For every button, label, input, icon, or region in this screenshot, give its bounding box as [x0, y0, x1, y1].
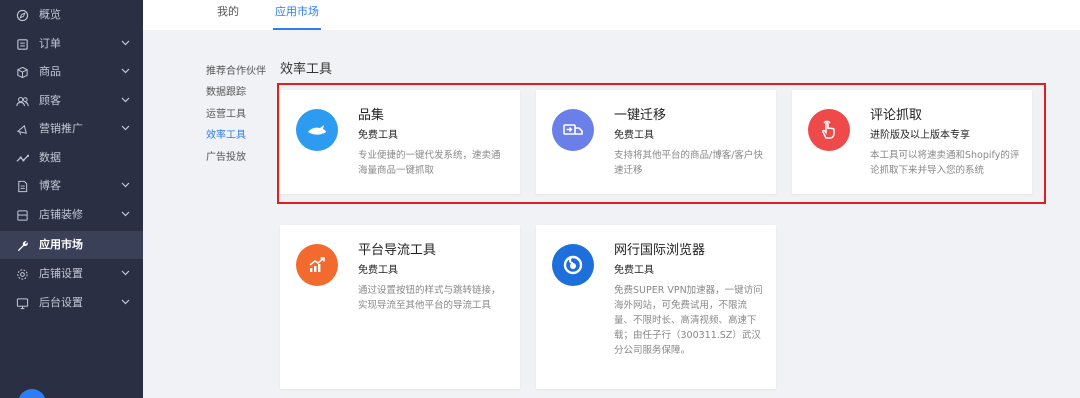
sidebar-item-app-market[interactable]: 应用市场: [0, 231, 143, 259]
sidebar-item-blog[interactable]: 博客: [0, 172, 143, 200]
section-title: 效率工具: [280, 62, 333, 77]
tab-app-market[interactable]: 应用市场: [275, 5, 319, 19]
sidebar: 概览 订单 商品 顾客 营销推广 数据 博客 店铺装修 应用市场 店铺设置 后台…: [0, 0, 143, 398]
tab-mine[interactable]: 我的: [217, 5, 239, 19]
chevron-down-icon: [121, 299, 130, 305]
document-icon: [15, 179, 29, 193]
sidebar-item-label: 店铺设置: [39, 267, 83, 280]
sidebar-item-label: 商品: [39, 65, 61, 78]
sidebar-item-label: 店铺装修: [39, 208, 83, 221]
sidebar-item-label: 概览: [39, 8, 61, 21]
chevron-down-icon: [121, 68, 130, 74]
sidebar-item-label: 营销推广: [39, 122, 83, 135]
trend-icon: [15, 151, 29, 165]
layout-icon: [15, 208, 29, 222]
sidebar-item-label: 应用市场: [39, 238, 83, 251]
sidebar-item-store-settings[interactable]: 店铺设置: [0, 260, 143, 288]
main-content: 推荐合作伙伴 数据跟踪 运营工具 效率工具 广告投放 效率工具 品集 免费工具 …: [143, 30, 1080, 398]
sidebar-item-customers[interactable]: 顾客: [0, 87, 143, 115]
app-card-traffic-tool[interactable]: 平台导流工具 免费工具 通过设置按钮的样式与跳转链接，实现导流至其他平台的导流工…: [280, 225, 520, 389]
card-subtitle: 免费工具: [358, 265, 398, 276]
app-card-browser[interactable]: 网行国际浏览器 免费工具 免费SUPER VPN加速器，一键访问海外网站，可免费…: [536, 225, 776, 389]
browser-logo-icon: [552, 244, 594, 286]
chevron-down-icon: [121, 125, 130, 131]
box-icon: [15, 65, 29, 79]
card-title: 平台导流工具: [358, 243, 437, 258]
chevron-down-icon: [121, 182, 130, 188]
megaphone-icon: [15, 122, 29, 136]
gear-icon: [15, 267, 29, 281]
monitor-icon: [15, 296, 29, 310]
category-data-tracking[interactable]: 数据跟踪: [206, 86, 246, 99]
compass-icon: [15, 8, 29, 22]
category-partners[interactable]: 推荐合作伙伴: [206, 65, 266, 78]
chevron-down-icon: [121, 270, 130, 276]
sidebar-item-orders[interactable]: 订单: [0, 30, 143, 58]
highlight-box: [277, 83, 1046, 204]
chevron-down-icon: [121, 40, 130, 46]
sidebar-item-marketing[interactable]: 营销推广: [0, 115, 143, 143]
sidebar-item-label: 顾客: [39, 94, 61, 107]
sidebar-item-store-design[interactable]: 店铺装修: [0, 201, 143, 229]
users-icon: [15, 94, 29, 108]
category-operation-tools[interactable]: 运营工具: [206, 108, 246, 121]
category-efficiency-tools[interactable]: 效率工具: [206, 129, 246, 142]
sidebar-item-label: 博客: [39, 179, 61, 192]
card-subtitle: 免费工具: [614, 265, 654, 276]
card-title: 网行国际浏览器: [614, 243, 706, 258]
avatar[interactable]: [18, 389, 46, 398]
wrench-icon: [15, 238, 29, 252]
card-description: 通过设置按钮的样式与跳转链接，实现导流至其他平台的导流工具: [358, 285, 501, 311]
growth-chart-icon: [296, 244, 338, 286]
chevron-down-icon: [121, 211, 130, 217]
card-description: 免费SUPER VPN加速器，一键访问海外网站，可免费试用，不限流量、不限时长、…: [614, 285, 763, 356]
category-advertising[interactable]: 广告投放: [206, 151, 246, 164]
chevron-down-icon: [121, 97, 130, 103]
sidebar-item-overview[interactable]: 概览: [0, 1, 143, 29]
sidebar-item-label: 订单: [39, 37, 61, 50]
order-icon: [15, 37, 29, 51]
sidebar-item-data[interactable]: 数据: [0, 144, 143, 172]
sidebar-item-label: 后台设置: [39, 296, 83, 309]
top-tab-bar: 我的 应用市场: [143, 0, 1080, 30]
sidebar-item-products[interactable]: 商品: [0, 58, 143, 86]
sidebar-item-label: 数据: [39, 151, 61, 164]
sidebar-item-admin-settings[interactable]: 后台设置: [0, 289, 143, 317]
